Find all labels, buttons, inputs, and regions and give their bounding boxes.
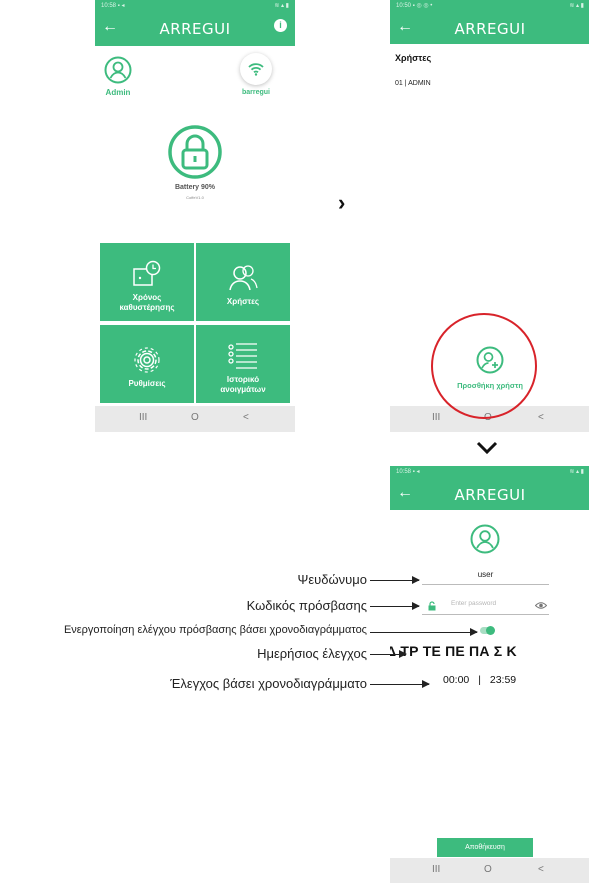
recents-button[interactable]: III: [139, 412, 147, 423]
status-time: 10:50: [396, 3, 412, 9]
user-avatar-icon: [470, 524, 500, 554]
settings-label: Ρυθμίσεις: [128, 379, 166, 388]
username-field[interactable]: user: [422, 564, 549, 585]
user-list-item[interactable]: 01 | ADMIN: [395, 80, 431, 87]
highlight-circle: [431, 313, 537, 419]
settings-tile[interactable]: Ρυθμίσεις: [100, 325, 194, 403]
history-tile[interactable]: Ιστορικό ανοιγμάτων: [196, 325, 290, 403]
admin-user-button[interactable]: Admin: [101, 56, 135, 97]
users-icon: [229, 265, 258, 291]
recents-button[interactable]: III: [432, 864, 440, 875]
brand-logo: ARREGUI: [159, 20, 231, 38]
lock-button[interactable]: [167, 124, 223, 180]
next-chevron-icon: ›: [338, 190, 346, 215]
down-chevron-icon: [476, 441, 498, 455]
app-bar: 10:58 ▪ ◂ ≋ ▴ ▮ ← ARREGUI: [390, 466, 589, 510]
lock-small-icon: [428, 598, 436, 616]
toggle-knob: [486, 625, 495, 635]
app-bar: 10:50 ▪ ◎ ◎ • ≋ ▴ ▮ ← ARREGUI: [390, 0, 589, 44]
annotation-arrow: [370, 628, 478, 636]
admin-label: Admin: [105, 88, 131, 97]
annotation-schedule-toggle: Ενεργοποίηση ελέγχου πρόσβασης βάσει χρο…: [63, 624, 367, 636]
wifi-icon: [248, 63, 264, 76]
save-button[interactable]: Αποθήκευση: [437, 838, 533, 857]
annotation-nickname: Ψευδώνυμο: [297, 572, 367, 587]
end-time[interactable]: 23:59: [490, 674, 516, 686]
gear-icon: [134, 347, 160, 373]
delay-time-label: Χρόνος καθυστέρησης: [119, 293, 175, 312]
padlock-icon: [168, 125, 222, 179]
nav-back-button[interactable]: <: [538, 864, 544, 875]
delay-time-tile[interactable]: Χρόνος καθυστέρησης: [100, 243, 194, 321]
save-label: Αποθήκευση: [465, 844, 505, 851]
users-section-title: Χρήστες: [395, 53, 432, 63]
annotation-arrow: [370, 576, 420, 584]
list-icon: [228, 343, 257, 369]
time-range[interactable]: 00:00 | 23:59: [443, 674, 516, 686]
show-password-eye-icon[interactable]: [534, 597, 548, 615]
wifi-label: barregui: [241, 89, 270, 96]
annotation-time: Έλεγχος βάσει χρονοδιαγράμματο: [170, 676, 367, 691]
password-placeholder: Enter password: [451, 600, 497, 607]
status-time: 10:58: [101, 3, 117, 9]
brand-logo: ARREGUI: [454, 486, 526, 504]
users-label: Χρήστες: [226, 297, 260, 306]
screen-main: 10:58 ▪ ◂ ≋ ▴ ▮ ← ARREGUI i Admin barregu…: [95, 0, 295, 432]
home-button[interactable]: O: [191, 412, 199, 423]
user-icon: [104, 56, 132, 84]
battery-text: Battery 90%: [174, 184, 216, 191]
annotation-arrow: [370, 680, 430, 688]
annotation-daily: Ημερήσιος έλεγχος: [257, 646, 367, 661]
info-icon[interactable]: i: [274, 19, 287, 32]
users-tile[interactable]: Χρήστες: [196, 243, 290, 321]
status-bar: 10:58 ▪ ◂ ≋ ▴ ▮: [396, 469, 584, 475]
brand-logo: ARREGUI: [454, 20, 526, 38]
recents-button[interactable]: III: [432, 412, 440, 423]
home-button[interactable]: O: [484, 864, 492, 875]
annotation-arrow: [370, 602, 420, 610]
schedule-toggle[interactable]: [480, 625, 495, 635]
days-selector[interactable]: Δ ΤΡ ΤΕ ΠΕ ΠΑ Σ Κ: [390, 643, 517, 659]
password-field[interactable]: Enter password: [422, 594, 549, 615]
nav-back-button[interactable]: <: [243, 412, 249, 423]
annotation-password: Κωδικός πρόσβασης: [246, 598, 367, 613]
system-nav-bar: III O <: [95, 406, 295, 432]
status-bar: 10:58 ▪ ◂ ≋ ▴ ▮: [101, 3, 289, 9]
clock-door-icon: [133, 260, 161, 286]
start-time[interactable]: 00:00: [443, 674, 469, 686]
screen-add-user: 10:58 ▪ ◂ ≋ ▴ ▮ ← ARREGUI user Enter pass…: [390, 466, 589, 883]
firmware-text: CoffeV1.0: [186, 195, 204, 200]
status-time: 10:58: [396, 469, 412, 475]
annotation-arrow: [370, 650, 407, 658]
nav-back-button[interactable]: <: [538, 412, 544, 423]
history-label: Ιστορικό ανοιγμάτων: [220, 375, 266, 394]
app-bar: 10:58 ▪ ◂ ≋ ▴ ▮ ← ARREGUI i: [95, 0, 295, 46]
system-nav-bar: III O <: [390, 858, 589, 883]
wifi-status[interactable]: barregui: [236, 53, 276, 96]
time-separator: |: [478, 674, 481, 686]
username-value: user: [477, 570, 494, 579]
status-bar: 10:50 ▪ ◎ ◎ • ≋ ▴ ▮: [396, 3, 584, 9]
